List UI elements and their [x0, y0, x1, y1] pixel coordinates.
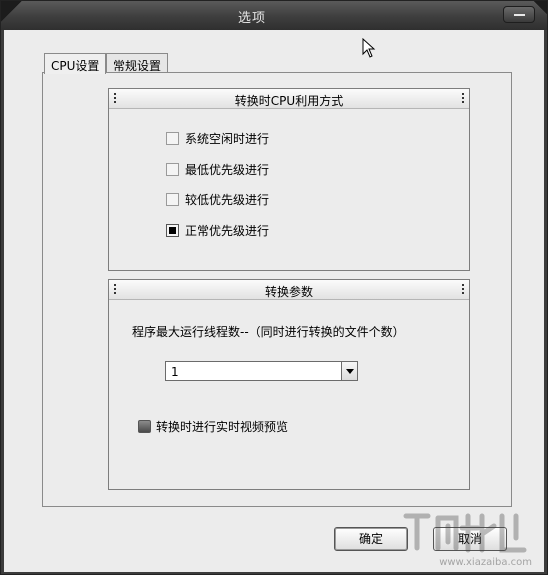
tab-cpu-settings[interactable]: CPU设置 [44, 53, 107, 74]
mouse-cursor-icon [362, 38, 376, 58]
thread-count-label: 程序最大运行线程数--（同时进行转换的文件个数） [132, 325, 405, 339]
title-bar[interactable]: 选项 [1, 1, 547, 30]
option-normal-priority[interactable]: 正常优先级进行 [166, 222, 269, 238]
radio-box[interactable] [166, 131, 179, 145]
radio-box[interactable] [166, 192, 179, 206]
title-tab: 选项 [17, 1, 487, 30]
minimize-button[interactable] [503, 6, 535, 23]
watermark-logo [403, 513, 527, 553]
option-lowest-priority-label: 最低优先级进行 [185, 162, 270, 177]
option-low-priority-label: 较低优先级进行 [185, 192, 270, 207]
conversion-params-group-header: 转换参数 [109, 280, 469, 300]
conversion-params-group: 转换参数 [108, 279, 470, 490]
checkbox-box[interactable] [138, 420, 151, 433]
grip-icon [461, 284, 465, 295]
cpu-usage-group-title: 转换时CPU利用方式 [234, 94, 344, 108]
ok-button[interactable]: 确定 [334, 527, 408, 551]
thread-count-value: 1 [171, 365, 179, 379]
watermark: www.xiazaiba.com [398, 508, 538, 568]
tab-general-settings-label: 常规设置 [113, 59, 162, 73]
option-idle-priority[interactable]: 系统空闲时进行 [166, 130, 269, 146]
watermark-text: www.xiazaiba.com [439, 557, 532, 568]
grip-icon [461, 93, 465, 104]
option-low-priority[interactable]: 较低优先级进行 [166, 191, 269, 207]
radio-box-selected[interactable] [166, 223, 179, 237]
option-normal-priority-label: 正常优先级进行 [185, 223, 270, 238]
conversion-params-group-title: 转换参数 [264, 285, 313, 299]
realtime-preview-checkbox[interactable]: 转换时进行实时视频预览 [138, 418, 288, 435]
chevron-down-icon[interactable] [341, 362, 357, 380]
thread-count-select[interactable]: 1 [165, 361, 358, 381]
cpu-usage-group: 转换时CPU利用方式 [108, 88, 470, 271]
tab-cpu-settings-label: CPU设置 [51, 59, 100, 73]
tab-general-settings[interactable]: 常规设置 [106, 53, 169, 73]
cpu-usage-group-header: 转换时CPU利用方式 [109, 89, 469, 109]
option-lowest-priority[interactable]: 最低优先级进行 [166, 161, 269, 177]
window-title: 选项 [237, 11, 266, 26]
option-idle-priority-label: 系统空闲时进行 [185, 131, 270, 146]
realtime-preview-label: 转换时进行实时视频预览 [156, 420, 289, 434]
radio-box[interactable] [166, 162, 179, 176]
